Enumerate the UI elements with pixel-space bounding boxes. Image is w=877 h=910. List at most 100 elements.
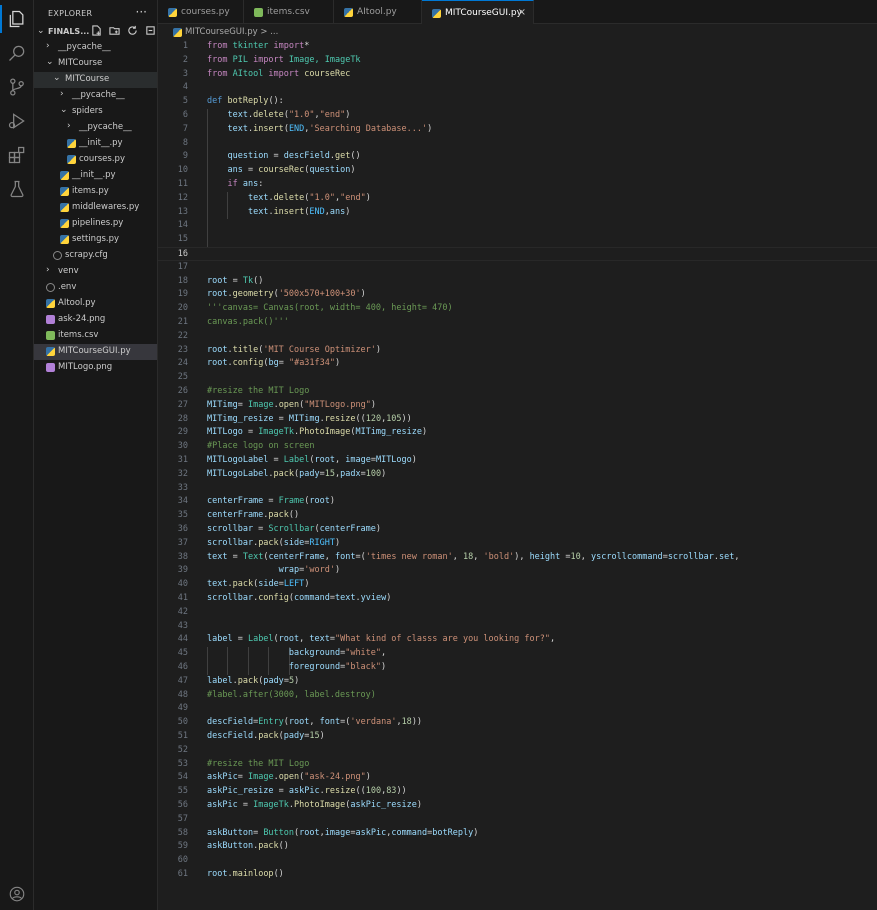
tab-mitcoursegui-py[interactable]: MITCourseGUI.py × <box>422 0 534 24</box>
tab-aitool-py[interactable]: AItool.py <box>334 0 422 24</box>
tree-item-label: scrapy.cfg <box>65 250 108 260</box>
code-line: 51 descField.pack(pady=15) <box>158 730 877 744</box>
code-text: canvas.pack()''' <box>207 317 289 327</box>
code-text: #resize the MIT Logo <box>207 386 310 396</box>
code-text: from tkinter import* <box>207 41 310 51</box>
extensions-icon[interactable] <box>0 138 34 172</box>
code-line: 59 askButton.pack() <box>158 840 877 854</box>
chevron-right-icon: › <box>46 41 50 51</box>
code-line: 18 root = Tk() <box>158 275 877 289</box>
explorer-icon[interactable] <box>0 2 34 36</box>
code-text: #label.after(3000, label.destroy) <box>207 689 376 700</box>
testing-flask-icon[interactable] <box>0 172 34 206</box>
line-number: 44 <box>177 634 188 645</box>
code-line: 2 from PIL import Image, ImageTk <box>158 54 877 68</box>
tree-folder[interactable]: ⌄ MITCourse <box>34 56 157 72</box>
code-line: 34 centerFrame = Frame(root) <box>158 495 877 509</box>
code-text: MITLogoLabel = Label(root, image=MITLogo… <box>207 455 417 465</box>
tree-file[interactable]: ask-24.png <box>34 312 157 328</box>
code-editor[interactable]: 1 from tkinter import* 2 from PIL import Im… <box>158 40 877 910</box>
tree-file[interactable]: pipelines.py <box>34 216 157 232</box>
line-number: 9 <box>182 151 188 162</box>
code-text: root = Tk() <box>207 275 264 286</box>
tree-item-label: pipelines.py <box>72 218 124 228</box>
tree-file[interactable]: MITLogo.png <box>34 360 157 376</box>
line-number: 54 <box>177 772 188 783</box>
line-number: 32 <box>177 468 188 479</box>
tree-file[interactable]: settings.py <box>34 232 157 248</box>
code-line: 28 MITimg_resize = MITimg.resize((120,105… <box>158 413 877 427</box>
tree-folder[interactable]: ⌄ MITCourse <box>34 72 157 88</box>
account-icon[interactable] <box>0 885 34 909</box>
refresh-icon[interactable] <box>126 24 138 36</box>
line-number: 57 <box>177 813 188 824</box>
tree-folder[interactable]: ⌄ spiders <box>34 104 157 120</box>
tree-item-label: venv <box>58 266 79 276</box>
line-number: 27 <box>177 399 188 410</box>
breadcrumb-path: MITCourseGUI.py > ... <box>185 27 279 37</box>
new-folder-icon[interactable] <box>108 24 120 36</box>
tree-file[interactable]: __init__.py <box>34 168 157 184</box>
tree-file[interactable]: __init__.py <box>34 136 157 152</box>
line-number: 15 <box>177 234 188 245</box>
run-debug-icon[interactable] <box>0 104 34 138</box>
tree-file[interactable]: items.py <box>34 184 157 200</box>
tree-item-label: __pycache__ <box>79 122 132 132</box>
tab-items-csv[interactable]: items.csv <box>244 0 334 24</box>
code-line: 50 descField=Entry(root, font=('verdana',… <box>158 716 877 730</box>
line-number: 20 <box>177 303 188 314</box>
code-text: askButton= Button(root,image=askPic,comm… <box>207 827 479 838</box>
code-text: background="white", <box>288 648 387 659</box>
python-file-icon <box>60 203 69 212</box>
source-control-icon[interactable] <box>0 70 34 104</box>
code-text: MITLogoLabel.pack(pady=15,padx=100) <box>207 468 387 479</box>
tree-item-label: __init__.py <box>72 170 116 180</box>
tree-file[interactable]: items.csv <box>34 328 157 344</box>
tree-file[interactable]: middlewares.py <box>34 200 157 216</box>
code-line: 27 MITimg= Image.open("MITLogo.png") <box>158 399 877 413</box>
line-number: 17 <box>177 261 188 272</box>
new-file-icon[interactable] <box>90 24 102 36</box>
line-number: 40 <box>177 579 188 590</box>
chevron-right-icon: › <box>60 89 64 99</box>
code-text: root.mainloop() <box>207 869 284 879</box>
tree-folder[interactable]: › __pycache__ <box>34 120 157 136</box>
code-line: 36 scrollbar = Scrollbar(centerFrame) <box>158 523 877 537</box>
code-line: 8 <box>158 136 877 151</box>
code-line: 44 label = Label(root, text="What kind of… <box>158 633 877 647</box>
tree-folder[interactable]: › __pycache__ <box>34 40 157 56</box>
line-number: 16 <box>177 249 188 259</box>
code-line: 11 if ans: <box>158 178 877 192</box>
tree-folder[interactable]: › venv <box>34 264 157 280</box>
code-line: 56 askPic = ImageTk.PhotoImage(askPic_res… <box>158 799 877 813</box>
line-number: 24 <box>177 358 188 369</box>
collapse-all-icon[interactable] <box>144 24 156 36</box>
tree-file[interactable]: AItool.py <box>34 296 157 312</box>
code-line: 47 label.pack(pady=5) <box>158 675 877 689</box>
search-icon[interactable] <box>0 36 34 70</box>
line-number: 21 <box>177 317 188 327</box>
line-number: 4 <box>182 82 188 93</box>
tree-file[interactable]: MITCourseGUI.py <box>34 344 157 360</box>
more-actions-button[interactable]: ··· <box>136 5 147 19</box>
chevron-right-icon: › <box>46 265 50 275</box>
close-icon[interactable]: × <box>518 7 526 18</box>
tree-file[interactable]: scrapy.cfg <box>34 248 157 264</box>
line-number: 28 <box>177 413 188 424</box>
tab-courses-py[interactable]: courses.py <box>158 0 244 24</box>
line-number: 37 <box>177 537 188 548</box>
folder-actions <box>90 24 156 36</box>
line-number: 23 <box>177 344 188 355</box>
code-line: 24 root.config(bg= "#a31f34") <box>158 357 877 371</box>
tree-item-label: __pycache__ <box>58 42 111 52</box>
line-number: 26 <box>177 386 188 396</box>
breadcrumb[interactable]: MITCourseGUI.py > ... <box>158 25 877 39</box>
code-line: 13 text.insert(END,ans) <box>158 205 877 220</box>
tree-file[interactable]: courses.py <box>34 152 157 168</box>
settings-file-icon <box>53 251 62 260</box>
tree-folder[interactable]: › __pycache__ <box>34 88 157 104</box>
indent-guide <box>207 233 208 247</box>
code-line: 5 def botReply(): <box>158 95 877 109</box>
code-line: 61 root.mainloop() <box>158 868 877 882</box>
tree-file[interactable]: .env <box>34 280 157 296</box>
